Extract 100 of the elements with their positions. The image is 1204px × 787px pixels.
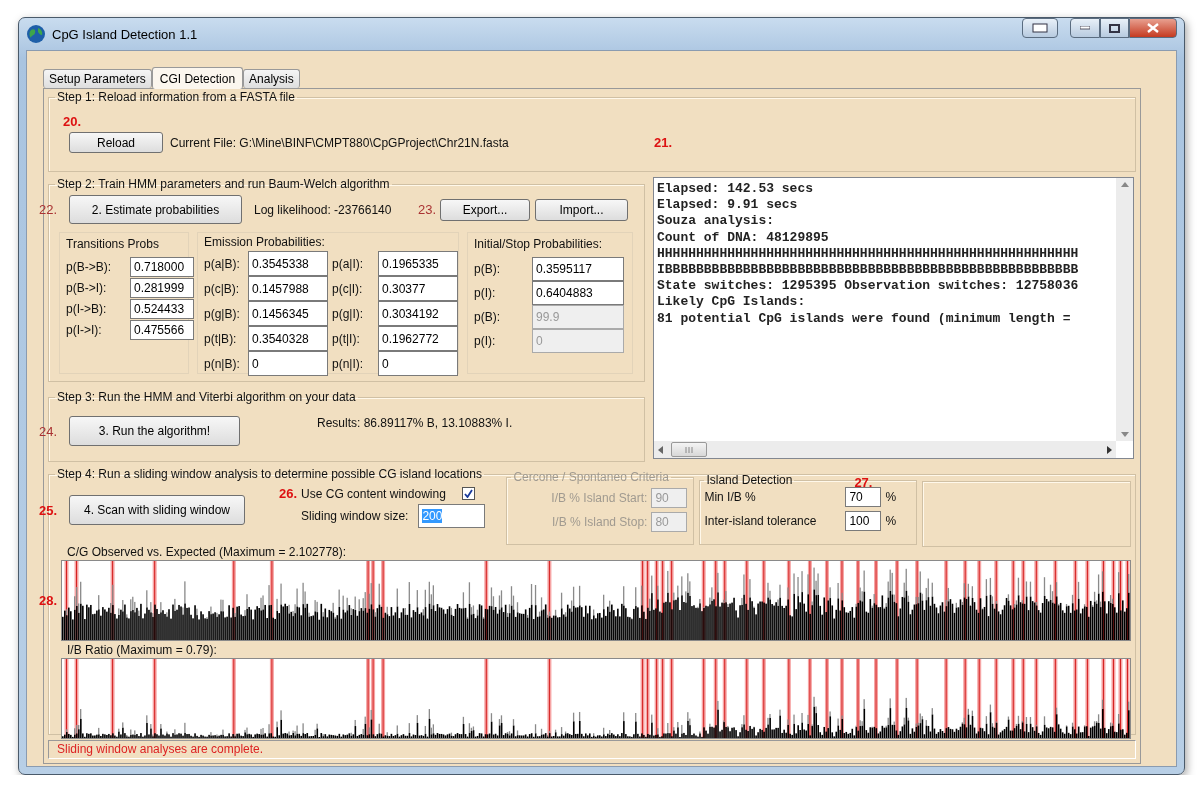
checkbox-label: Use CG content windowing (301, 486, 446, 501)
group-title: Cercone / Spontaneo Criteria (512, 470, 670, 484)
log-line: Elapsed: 9.91 secs (657, 197, 799, 214)
log-line: 81 potential CpG islands were found (minimum length = (657, 310, 1072, 327)
input-field[interactable]: 0.281999 (130, 278, 194, 298)
input-field[interactable]: 0.524433 (130, 299, 194, 319)
import-button[interactable]: Import... (535, 198, 628, 221)
scroll-right-icon (1107, 445, 1112, 454)
scroll-thumb[interactable] (671, 442, 707, 457)
log-line: Likely CpG Islands: (657, 294, 807, 311)
field-label: Sliding window size: (301, 509, 409, 523)
input-field[interactable]: 0.1962772 (378, 326, 458, 351)
group-title: Initial/Stop Probabilities: (474, 237, 604, 251)
export-button[interactable]: Export... (440, 198, 530, 221)
field-label: p(B): (474, 310, 501, 324)
group-title: Step 1: Reload information from a FASTA file (56, 90, 296, 104)
resize-button[interactable] (1022, 18, 1058, 38)
status-bar: Sliding window analyses are complete. (48, 740, 1136, 759)
field-label: p(I->B): (66, 302, 108, 316)
field-label: p(B): (474, 262, 501, 276)
field-label: p(t|B): (204, 331, 238, 346)
input-field[interactable]: 0.1965335 (378, 251, 458, 276)
file-path: Current File: G:\Mine\BINF\CMPT880\CpGProject\Chr21N.fasta (170, 135, 510, 150)
input-field[interactable]: 100 (845, 511, 882, 531)
log-line: Souza analysis: (657, 213, 776, 230)
step-number: 20. (63, 114, 83, 129)
maximize-icon (1109, 23, 1120, 33)
step-number: 25. (39, 503, 59, 518)
group-title: Step 2: Train HMM parameters and run Baum-Welch algorithm (56, 177, 391, 191)
group-title: Emission Probabilities: (204, 235, 326, 249)
field-label: p(I): (474, 334, 497, 348)
field-label: p(I->I): (66, 323, 103, 337)
input-field[interactable]: 0.6404883 (532, 281, 624, 305)
log-line: Elapsed: 142.53 secs (657, 181, 815, 198)
input-field[interactable]: 0.1457988 (248, 276, 328, 301)
input-field[interactable]: 0.3545338 (248, 251, 328, 276)
step-number: 23. (418, 202, 438, 217)
chart-title: C/G Observed vs. Expected (Maximum = 2.102778): (67, 545, 348, 559)
step-number: 28. (39, 593, 59, 608)
log-line: IBBBBBBBBBBBBBBBBBBBBBBBBBBBBBBBBBBBBBBBBBBBBBBBBBBBBB (657, 262, 1080, 279)
tab[interactable]: CGI Detection (151, 67, 244, 89)
results-text: Results: 86.89117% B, 13.10883% I. (317, 416, 513, 430)
field-label: I/B % Island Start: (550, 491, 648, 505)
maximize-button[interactable] (1100, 18, 1129, 38)
field-label: I/B % Island Stop: (551, 515, 648, 529)
tab[interactable]: Setup Parameters (43, 69, 152, 88)
scroll-up-icon (1120, 182, 1129, 187)
unit-label: % (885, 514, 898, 528)
field-label: p(g|I): (332, 306, 365, 321)
field-label: p(n|I): (332, 356, 365, 371)
unit-label: % (885, 490, 898, 504)
step-number: 24. (39, 423, 59, 439)
field-label: p(B->I): (66, 281, 108, 295)
group-title: Transitions Probs (66, 237, 160, 251)
input-field[interactable]: 0.3034192 (378, 301, 458, 326)
input-field[interactable]: 0.1456345 (248, 301, 328, 326)
input-field[interactable]: 0.718000 (130, 257, 194, 277)
input-field[interactable]: 0.3540328 (248, 326, 328, 351)
horizontal-scrollbar[interactable] (654, 441, 1116, 458)
run-button[interactable]: 3. Run the algorithm! (69, 416, 240, 446)
minimize-icon (1080, 26, 1090, 30)
vertical-scrollbar[interactable] (1116, 178, 1133, 441)
scroll-left-icon (658, 445, 663, 454)
log-likelihood: Log likelihood: -23766140 (254, 202, 393, 217)
input-field[interactable]: 0.30377 (378, 276, 458, 301)
input-field[interactable]: 0 (378, 351, 458, 376)
field-label: p(g|B): (204, 306, 241, 321)
input-field[interactable]: 70 (845, 487, 882, 507)
step-number: 27. (854, 475, 873, 490)
group-title: Island Detection (705, 473, 794, 487)
field-label: p(a|B): (204, 256, 241, 271)
grip-icon (685, 446, 693, 453)
window-title: CpG Island Detection 1.1 (52, 26, 198, 42)
chart-title: I/B Ratio (Maximum = 0.79): (67, 643, 218, 657)
group-title: Step 3: Run the HMM and Viterbi algorithm on your data (56, 390, 357, 404)
log-line: HHHHHHHHHHHHHHHHHHHHHHHHHHHHHHHHHHHHHHHHHHHHHHHHHHHHHH (657, 245, 1080, 262)
estimate-button[interactable]: 2. Estimate probabilities (69, 195, 242, 224)
scan-button[interactable]: 4. Scan with sliding window (69, 495, 245, 525)
close-button[interactable] (1129, 18, 1177, 38)
field-label: p(c|B): (204, 281, 241, 296)
field-label: p(c|I): (332, 281, 364, 296)
check-icon (463, 489, 473, 498)
window-icon (1032, 23, 1048, 33)
field-label: Inter-island tolerance (704, 514, 818, 528)
field-label: p(a|I): (332, 256, 365, 271)
input-field[interactable]: 0.3595117 (532, 257, 624, 281)
globe-icon (26, 24, 46, 44)
minimize-button[interactable] (1070, 18, 1100, 38)
log-line: State switches: 1295395 Observation switches: 12758036 (657, 278, 1080, 295)
scroll-down-icon (1120, 432, 1129, 437)
input-field[interactable]: 0.475566 (130, 320, 194, 340)
checkbox[interactable] (461, 487, 475, 500)
field-label: p(B->B): (66, 260, 112, 274)
step-number: 22. (39, 202, 59, 217)
tab[interactable]: Analysis (243, 69, 300, 88)
field-label: p(I): (474, 286, 497, 300)
input-field[interactable]: 0 (248, 351, 328, 376)
field-label: p(t|I): (332, 331, 361, 346)
reload-button[interactable]: Reload (69, 132, 163, 153)
log-line: Count of DNA: 48129895 (657, 229, 830, 246)
